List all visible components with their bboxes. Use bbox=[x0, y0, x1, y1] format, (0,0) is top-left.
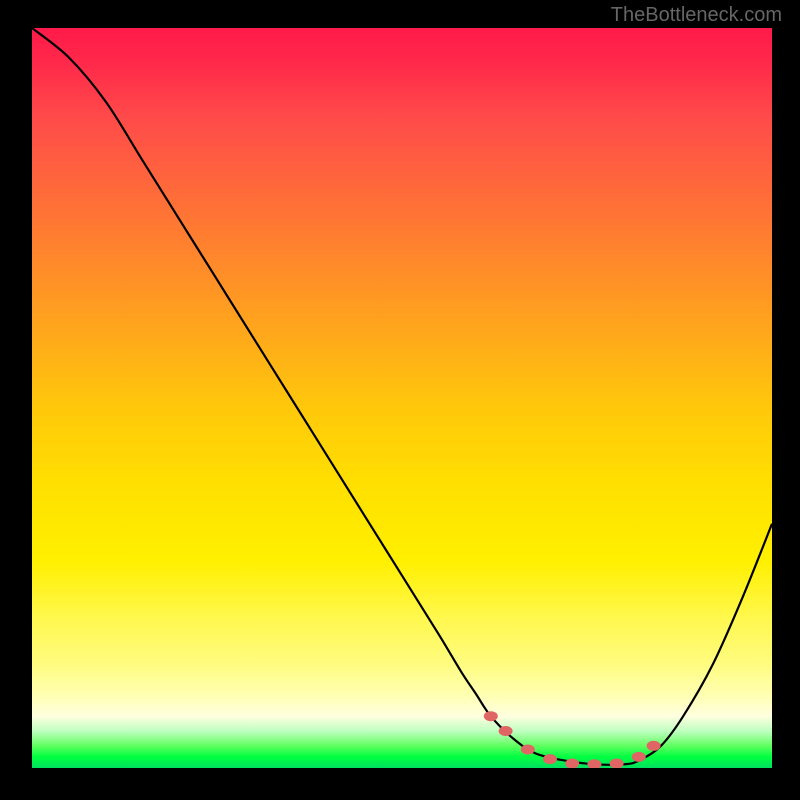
watermark-text: TheBottleneck.com bbox=[611, 4, 782, 27]
highlight-dot bbox=[610, 759, 624, 768]
highlight-dot bbox=[543, 754, 557, 764]
highlight-dot bbox=[632, 752, 646, 762]
chart-container bbox=[32, 28, 772, 768]
highlight-dot bbox=[587, 759, 601, 768]
highlight-dot bbox=[521, 745, 535, 755]
highlight-dot bbox=[647, 741, 661, 751]
bottleneck-curve-line bbox=[32, 28, 772, 765]
highlight-dot bbox=[499, 726, 513, 736]
chart-svg bbox=[32, 28, 772, 768]
highlight-dot bbox=[484, 711, 498, 721]
highlight-markers bbox=[484, 711, 661, 768]
